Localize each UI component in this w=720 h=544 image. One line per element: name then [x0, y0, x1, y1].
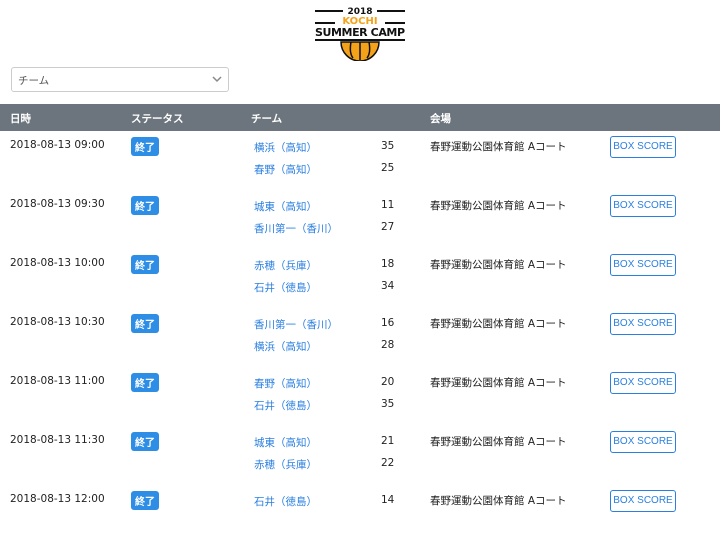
- game-datetime: 2018-08-13 11:00: [10, 375, 105, 387]
- team1-link[interactable]: 香川第一（香川）: [254, 317, 338, 332]
- table-row: 2018-08-13 09:30 終了 城東（高知） 11 香川第一（香川） 2…: [0, 190, 720, 249]
- header-datetime: 日時: [10, 113, 31, 125]
- game-datetime: 2018-08-13 09:30: [10, 198, 105, 210]
- team1-score: 35: [381, 140, 395, 152]
- table-row: 2018-08-13 10:00 終了 赤穂（兵庫） 18 石井（徳島） 34 …: [0, 249, 720, 308]
- team2-link[interactable]: 春野（高知）: [254, 162, 317, 177]
- status-badge: 終了: [131, 196, 159, 215]
- team1-score: 18: [381, 258, 395, 270]
- status-badge: 終了: [131, 137, 159, 156]
- game-venue: 春野運動公園体育館 Aコート: [430, 495, 567, 507]
- status-badge: 終了: [131, 432, 159, 451]
- team2-link[interactable]: 横浜（高知）: [254, 339, 317, 354]
- team2-link[interactable]: 赤穂（兵庫）: [254, 457, 317, 472]
- header-venue: 会場: [430, 113, 451, 125]
- team1-link[interactable]: 城東（高知）: [254, 199, 317, 214]
- team2-score: 25: [381, 162, 395, 174]
- team2-link[interactable]: 石井（徳島）: [254, 280, 317, 295]
- status-badge: 終了: [131, 373, 159, 392]
- box-score-button[interactable]: BOX SCORE: [610, 372, 676, 394]
- table-row: 2018-08-13 11:00 終了 春野（高知） 20 石井（徳島） 35 …: [0, 367, 720, 426]
- team-filter-select[interactable]: チーム: [11, 67, 229, 92]
- table-row: 2018-08-13 12:00 終了 石井（徳島） 14 春野運動公園体育館 …: [0, 485, 720, 544]
- table-header: 日時 ステータス チーム 会場: [0, 104, 720, 131]
- game-datetime: 2018-08-13 10:30: [10, 316, 105, 328]
- box-score-button[interactable]: BOX SCORE: [610, 431, 676, 453]
- table-row: 2018-08-13 10:30 終了 香川第一（香川） 16 横浜（高知） 2…: [0, 308, 720, 367]
- kochi-summer-camp-logo: 2018 KOCHI SUMMER CAMP: [315, 7, 405, 61]
- team1-link[interactable]: 春野（高知）: [254, 376, 317, 391]
- game-datetime: 2018-08-13 10:00: [10, 257, 105, 269]
- game-venue: 春野運動公園体育館 Aコート: [430, 436, 567, 448]
- box-score-button[interactable]: BOX SCORE: [610, 490, 676, 512]
- game-datetime: 2018-08-13 12:00: [10, 493, 105, 505]
- game-venue: 春野運動公園体育館 Aコート: [430, 377, 567, 389]
- team2-link[interactable]: 香川第一（香川）: [254, 221, 338, 236]
- chevron-down-icon: [212, 76, 222, 83]
- status-badge: 終了: [131, 314, 159, 333]
- box-score-button[interactable]: BOX SCORE: [610, 136, 676, 158]
- team1-score: 14: [381, 494, 395, 506]
- team2-score: 34: [381, 280, 395, 292]
- box-score-button[interactable]: BOX SCORE: [610, 195, 676, 217]
- header-team: チーム: [251, 113, 283, 125]
- team1-link[interactable]: 石井（徳島）: [254, 494, 317, 509]
- team1-link[interactable]: 城東（高知）: [254, 435, 317, 450]
- table-row: 2018-08-13 09:00 終了 横浜（高知） 35 春野（高知） 25 …: [0, 131, 720, 190]
- team1-score: 16: [381, 317, 395, 329]
- svg-text:SUMMER CAMP: SUMMER CAMP: [315, 26, 405, 39]
- team2-score: 28: [381, 339, 395, 351]
- team1-link[interactable]: 赤穂（兵庫）: [254, 258, 317, 273]
- game-venue: 春野運動公園体育館 Aコート: [430, 200, 567, 212]
- header-status: ステータス: [131, 113, 184, 125]
- team2-score: 27: [381, 221, 395, 233]
- table-row: 2018-08-13 11:30 終了 城東（高知） 21 赤穂（兵庫） 22 …: [0, 426, 720, 485]
- team2-score: 22: [381, 457, 395, 469]
- box-score-button[interactable]: BOX SCORE: [610, 254, 676, 276]
- box-score-button[interactable]: BOX SCORE: [610, 313, 676, 335]
- game-venue: 春野運動公園体育館 Aコート: [430, 259, 567, 271]
- game-datetime: 2018-08-13 09:00: [10, 139, 105, 151]
- team1-score: 11: [381, 199, 395, 211]
- team1-score: 21: [381, 435, 395, 447]
- status-badge: 終了: [131, 491, 159, 510]
- team1-score: 20: [381, 376, 395, 388]
- team1-link[interactable]: 横浜（高知）: [254, 140, 317, 155]
- team2-score: 35: [381, 398, 395, 410]
- team2-link[interactable]: 石井（徳島）: [254, 398, 317, 413]
- game-venue: 春野運動公園体育館 Aコート: [430, 318, 567, 330]
- game-venue: 春野運動公園体育館 Aコート: [430, 141, 567, 153]
- status-badge: 終了: [131, 255, 159, 274]
- game-datetime: 2018-08-13 11:30: [10, 434, 105, 446]
- team-filter-placeholder: チーム: [18, 75, 50, 87]
